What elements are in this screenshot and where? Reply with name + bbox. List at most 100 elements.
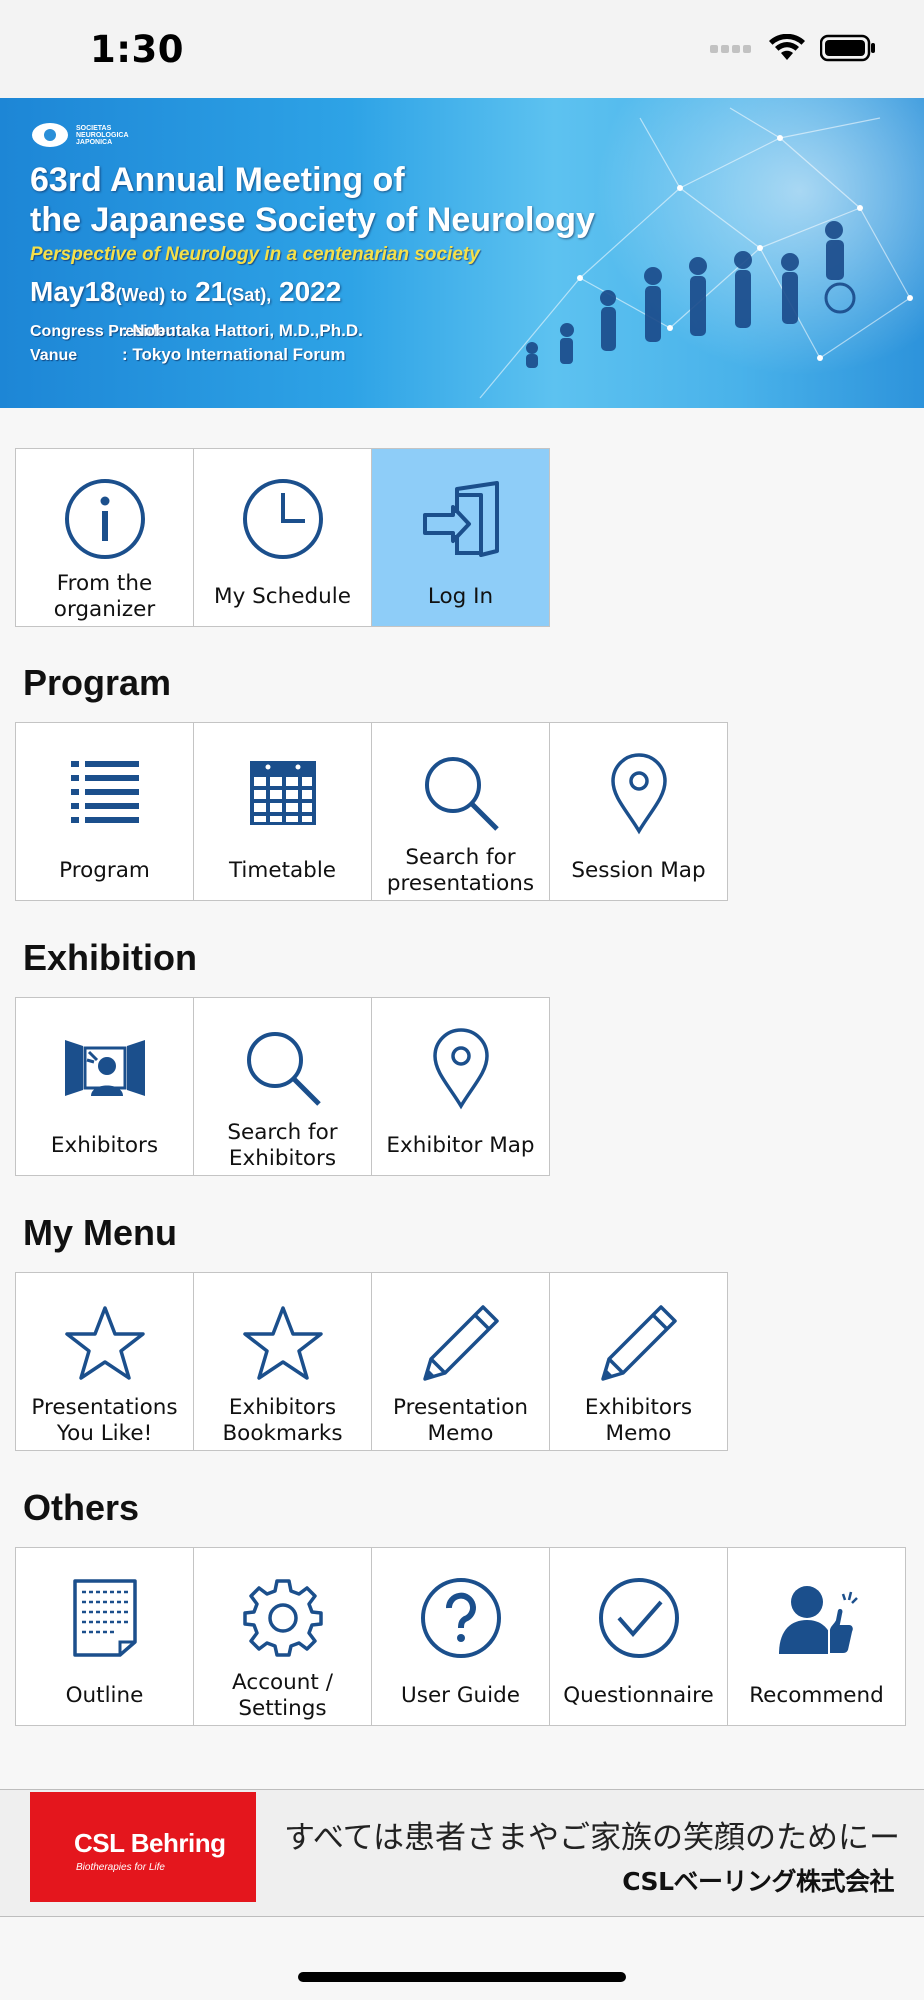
society-logo-text: SOCIETAS NEUROLOGICA JAPONICA: [76, 124, 129, 146]
gear-icon: [238, 1576, 328, 1660]
status-icons: [710, 34, 876, 62]
others-grid: Outline Account / Settings User Guide Qu…: [15, 1547, 906, 1726]
tile-label: My Schedule: [214, 584, 351, 609]
tile-label: Session Map: [571, 858, 706, 883]
date-month: May: [30, 276, 85, 307]
tile-label: Presentations You Like!: [31, 1395, 178, 1446]
from-organizer-tile[interactable]: From the organizer: [15, 448, 194, 627]
society-emblem-icon: [32, 123, 68, 147]
society-logo: SOCIETAS NEUROLOGICA JAPONICA: [30, 120, 136, 150]
home-indicator[interactable]: [298, 1972, 626, 1982]
banner-title: 63rd Annual Meeting of the Japanese Soci…: [30, 160, 595, 240]
exhibitor-booth-icon: [60, 1026, 150, 1110]
questionnaire-tile[interactable]: Questionnaire: [549, 1547, 728, 1726]
user-guide-tile[interactable]: User Guide: [371, 1547, 550, 1726]
date-day1: 18: [84, 276, 116, 307]
tile-label: From the organizer: [53, 571, 156, 622]
tile-label: User Guide: [401, 1683, 520, 1708]
outline-tile[interactable]: Outline: [15, 1547, 194, 1726]
tile-label: Outline: [65, 1683, 144, 1708]
pencil-icon: [594, 1301, 684, 1385]
search-icon: [238, 1026, 328, 1110]
date-year: 2022: [279, 276, 342, 307]
program-section-title: Program: [23, 662, 172, 703]
thumbs-up-person-icon: [772, 1576, 862, 1660]
exhibition-grid: Exhibitors Search for Exhibitors Exhibit…: [15, 997, 550, 1176]
ad-brand: CSL Behring: [74, 1828, 226, 1858]
account-settings-tile[interactable]: Account / Settings: [193, 1547, 372, 1726]
date-day2: 21: [195, 276, 227, 307]
program-grid: Program Timetable Search for presentatio…: [15, 722, 728, 901]
date-dow1: (Wed) to: [115, 285, 188, 305]
exhibitors-bookmarks-tile[interactable]: Exhibitors Bookmarks: [193, 1272, 372, 1451]
calendar-icon: [238, 751, 328, 835]
login-icon: [416, 477, 506, 561]
wifi-icon: [769, 34, 805, 60]
president-value: : Nobutaka Hattori, M.D.,Ph.D.: [122, 321, 363, 340]
ad-company: CSLベーリング株式会社: [622, 1867, 894, 1896]
my-menu-section-title: My Menu: [23, 1212, 178, 1253]
pencil-icon: [416, 1301, 506, 1385]
clock-icon: [238, 477, 328, 561]
president-key: Congress President: [30, 323, 182, 341]
tile-label: Account / Settings: [232, 1670, 333, 1721]
tile-label: Exhibitors Memo: [584, 1395, 693, 1446]
presentations-you-like-tile[interactable]: Presentations You Like!: [15, 1272, 194, 1451]
check-circle-icon: [594, 1576, 684, 1660]
search-presentations-tile[interactable]: Search for presentations: [371, 722, 550, 901]
my-menu-grid: Presentations You Like! Exhibitors Bookm…: [15, 1272, 728, 1451]
document-icon: [60, 1576, 150, 1660]
date-dow2: (Sat),: [226, 285, 272, 305]
sponsor-ad-banner[interactable]: CSL Behring Biotherapies for Life すべては患者…: [0, 1789, 924, 1917]
question-icon: [416, 1576, 506, 1660]
banner-subtitle: Perspective of Neurology in a centenaria…: [30, 244, 480, 265]
battery-icon: [820, 34, 875, 62]
star-icon: [60, 1301, 150, 1385]
info-icon: [60, 477, 150, 561]
star-icon: [238, 1301, 328, 1385]
program-tile[interactable]: Program: [15, 722, 194, 901]
quick-tiles-grid: From the organizer My Schedule Log In: [15, 448, 550, 627]
timetable-tile[interactable]: Timetable: [193, 722, 372, 901]
venue-value: : Tokyo International Forum: [122, 345, 346, 364]
tile-label: Exhibitor Map: [386, 1133, 535, 1158]
congress-banner: SOCIETAS NEUROLOGICA JAPONICA 63rd Annua…: [0, 98, 924, 408]
banner-date: May18(Wed) to 21(Sat), 2022: [30, 276, 341, 308]
recommend-tile[interactable]: Recommend: [727, 1547, 906, 1726]
session-map-tile[interactable]: Session Map: [549, 722, 728, 901]
csl-behring-logo: CSL Behring Biotherapies for Life: [30, 1792, 256, 1902]
banner-title-line2: the Japanese Society of Neurology: [30, 201, 595, 239]
tile-label: Presentation Memo: [392, 1395, 529, 1446]
dna-network-illustration: [479, 107, 913, 399]
tile-label: Recommend: [749, 1683, 884, 1708]
map-pin-icon: [416, 1026, 506, 1110]
map-pin-icon: [594, 751, 684, 835]
banner-info: Congress President: Nobutaka Hattori, M.…: [30, 320, 363, 367]
tile-label: Exhibitors Bookmarks: [222, 1395, 343, 1446]
others-section-title: Others: [23, 1487, 140, 1528]
ad-tagline: Biotherapies for Life: [76, 1862, 165, 1873]
tile-label: Program: [59, 858, 150, 883]
venue-key: Vanue: [30, 347, 78, 364]
search-icon: [416, 751, 506, 835]
tile-label: Search for presentations: [386, 845, 535, 896]
tile-label: Timetable: [228, 858, 337, 883]
log-in-tile[interactable]: Log In: [371, 448, 550, 627]
exhibitor-map-tile[interactable]: Exhibitor Map: [371, 997, 550, 1176]
status-bar: 1:30: [0, 0, 924, 98]
tile-label: Log In: [427, 584, 494, 609]
status-time: 1:30: [90, 28, 185, 71]
ad-text: すべては患者さまやご家族の笑顔のためにー: [284, 1820, 900, 1856]
tile-label: Search for Exhibitors: [227, 1120, 338, 1171]
exhibitors-memo-tile[interactable]: Exhibitors Memo: [549, 1272, 728, 1451]
tile-label: Exhibitors: [50, 1133, 159, 1158]
exhibitors-tile[interactable]: Exhibitors: [15, 997, 194, 1176]
my-schedule-tile[interactable]: My Schedule: [193, 448, 372, 627]
tile-label: Questionnaire: [563, 1683, 714, 1708]
banner-title-line1: 63rd Annual Meeting of: [30, 161, 405, 199]
presentation-memo-tile[interactable]: Presentation Memo: [371, 1272, 550, 1451]
list-icon: [60, 751, 150, 835]
exhibition-section-title: Exhibition: [23, 937, 197, 978]
search-exhibitors-tile[interactable]: Search for Exhibitors: [193, 997, 372, 1176]
signal-icon: [710, 45, 751, 53]
